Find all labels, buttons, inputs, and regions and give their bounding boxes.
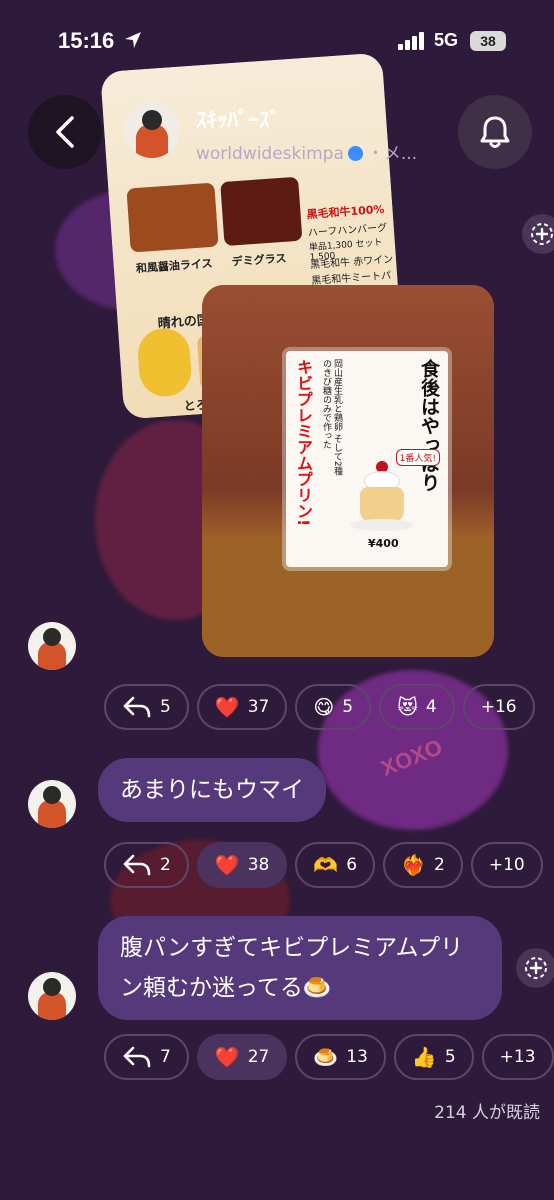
chat-title[interactable]: ｽｷｯﾊﾟｰｽﾞ: [196, 104, 280, 134]
pudding-photo[interactable]: 食後はやっぱり 1番人気! キビプレミアムプリン! 岡山産生乳と鶏卵 そして2種…: [202, 285, 494, 657]
reaction-pill[interactable]: 😋 5: [295, 684, 372, 730]
notification-button[interactable]: [458, 95, 532, 169]
reaction-row: 5 ❤️ 37 😋 5 😻 4 +16: [104, 684, 535, 730]
battery-indicator: 38: [470, 31, 506, 51]
menu-food-image-1: [126, 182, 219, 253]
reaction-count: 38: [247, 855, 270, 875]
reaction-row: 2 ❤️ 38 🫶 6 ❤️‍🔥 2 +10: [104, 842, 543, 888]
pudding-sign: 食後はやっぱり 1番人気! キビプレミアムプリン! 岡山産生乳と鶏卵 そして2種…: [286, 351, 448, 567]
reaction-count: 4: [425, 697, 437, 717]
reaction-count: +16: [480, 697, 517, 717]
verified-badge-icon: [347, 146, 363, 161]
reaction-count: 7: [160, 1047, 171, 1067]
signal-icon: [398, 32, 424, 50]
reaction-count: 37: [247, 697, 270, 717]
pudding-icon: 🍮: [313, 1045, 339, 1069]
reaction-count: 6: [346, 855, 358, 875]
status-bar: 15:16 5G 38: [0, 0, 554, 86]
avatar[interactable]: [28, 780, 76, 828]
heart-hands-icon: 🫶: [313, 853, 339, 877]
read-receipt: 214 人が既読: [434, 1103, 540, 1123]
sign-body: 岡山産生乳と鶏卵 そして2種のきび糖のみで作った: [321, 359, 342, 476]
reaction-count: 13: [346, 1047, 368, 1067]
add-reaction-button[interactable]: [522, 214, 554, 254]
add-emoji-icon: [531, 223, 553, 245]
sign-title-vertical: キビプレミアムプリン!: [294, 359, 313, 527]
heart-icon: ❤️: [214, 695, 240, 719]
add-emoji-icon: [525, 957, 547, 979]
menu-food-image-2: [220, 176, 303, 247]
pudding-image: [350, 461, 414, 533]
reaction-count: 2: [434, 855, 445, 875]
reaction-pill[interactable]: ❤️‍🔥 2: [383, 842, 463, 888]
reply-button[interactable]: 2: [104, 842, 189, 888]
reaction-count: 27: [247, 1047, 270, 1067]
message-bubble[interactable]: あまりにもウマイ: [98, 758, 326, 822]
chat-subtitle-suffix: ・メ...: [366, 144, 418, 164]
menu-mascot: [136, 326, 193, 399]
reaction-pill[interactable]: 👍 5: [393, 1034, 474, 1080]
avatar[interactable]: [28, 972, 76, 1020]
reaction-count: 5: [160, 697, 171, 717]
more-reactions-button[interactable]: +16: [462, 684, 535, 730]
chevron-left-icon: [56, 116, 74, 148]
heart-icon: ❤️: [214, 853, 240, 877]
heart-eyes-cat-icon: 😻: [397, 695, 418, 719]
sign-price: ¥400: [368, 537, 399, 550]
reaction-count: 5: [342, 697, 354, 717]
reaction-pill[interactable]: ❤️ 27: [196, 1034, 288, 1080]
avatar[interactable]: [124, 102, 180, 158]
heart-on-fire-icon: ❤️‍🔥: [401, 853, 427, 877]
avatar[interactable]: [28, 622, 76, 670]
back-button[interactable]: [28, 95, 102, 169]
network-label: 5G: [434, 30, 459, 50]
reaction-count: +13: [499, 1047, 536, 1067]
reply-icon: [123, 1046, 151, 1068]
reaction-pill[interactable]: 😻 4: [379, 684, 455, 730]
heart-icon: ❤️: [214, 1045, 240, 1069]
chat-subtitle[interactable]: worldwideskimpa ・メ...: [196, 139, 417, 164]
smile-icon: 😋: [313, 695, 335, 719]
reply-button[interactable]: 7: [104, 1034, 189, 1080]
reaction-pill[interactable]: ❤️ 37: [196, 684, 288, 730]
reply-icon: [123, 696, 151, 718]
reply-icon: [123, 854, 151, 876]
thumbs-up-icon: 👍: [411, 1045, 437, 1069]
add-reaction-button[interactable]: [516, 948, 554, 988]
reaction-count: 2: [160, 855, 171, 875]
bell-icon: [480, 116, 510, 148]
reaction-row: 7 ❤️ 27 🍮 13 👍 5 +13: [104, 1034, 554, 1080]
location-arrow-icon: [125, 32, 141, 48]
message-bubble[interactable]: 腹パンすぎてキビプレミアムプリン頼むか迷ってる🍮: [98, 916, 502, 1020]
reaction-count: 5: [444, 1047, 456, 1067]
reaction-count: +10: [488, 855, 525, 875]
chat-handle: worldwideskimpa: [196, 144, 344, 164]
reaction-pill[interactable]: ❤️ 38: [196, 842, 288, 888]
more-reactions-button[interactable]: +13: [481, 1034, 554, 1080]
reply-button[interactable]: 5: [104, 684, 189, 730]
more-reactions-button[interactable]: +10: [470, 842, 543, 888]
reaction-pill[interactable]: 🫶 6: [295, 842, 376, 888]
reaction-pill[interactable]: 🍮 13: [295, 1034, 386, 1080]
status-time: 15:16: [58, 28, 115, 53]
